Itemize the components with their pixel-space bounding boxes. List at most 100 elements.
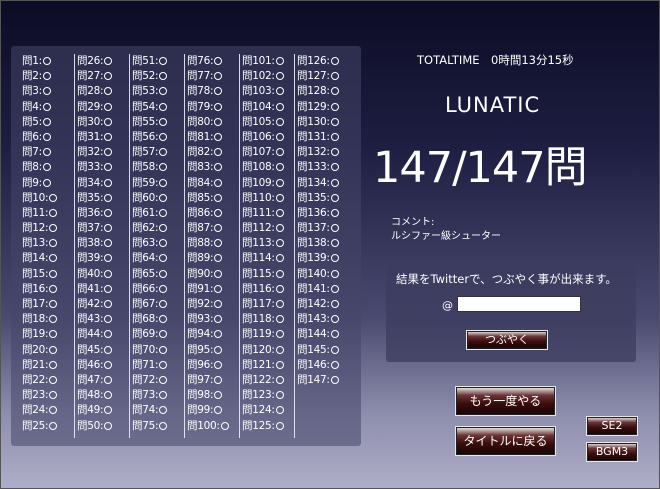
question-number: 問134: (297, 176, 330, 189)
correct-mark-icon (214, 300, 223, 308)
question-result: 問122: (242, 373, 294, 388)
question-result: 問5: (22, 115, 74, 130)
correct-mark-icon (159, 224, 168, 233)
tweet-button[interactable]: つぶやく (466, 330, 548, 350)
correct-mark-icon (104, 421, 113, 430)
question-result: 問49: (77, 403, 129, 418)
correct-mark-icon (49, 421, 58, 430)
question-number: 問127: (297, 70, 330, 83)
question-number: 問147: (297, 373, 330, 386)
question-number: 問117: (242, 298, 275, 310)
correct-mark-icon (275, 148, 284, 157)
question-number: 問91: (187, 282, 214, 295)
correct-mark-icon (214, 72, 223, 81)
correct-mark-icon (275, 102, 284, 111)
correct-mark-icon (159, 193, 168, 202)
question-number: 問75: (132, 419, 159, 432)
question-number: 問85: (187, 191, 214, 204)
correct-mark-icon (330, 208, 339, 217)
question-number: 問1: (22, 55, 42, 67)
question-number: 問4: (22, 100, 42, 113)
correct-mark-icon (214, 269, 223, 278)
question-number: 問145: (297, 343, 330, 356)
question-result: 問70: (132, 343, 184, 358)
tweet-panel: 結果をTwitterで、つぶやく事が出来ます。 @ つぶやく (386, 262, 636, 362)
question-number: 問146: (297, 358, 330, 371)
question-result: 問135: (297, 191, 349, 206)
correct-mark-icon (159, 208, 168, 217)
correct-mark-icon (49, 284, 58, 293)
correct-mark-icon (330, 315, 339, 324)
question-number: 問64: (132, 252, 159, 265)
question-result: 問43: (77, 312, 129, 327)
retry-button[interactable]: もう一度やる (455, 386, 556, 416)
question-number: 問8: (22, 161, 42, 174)
correct-mark-icon (214, 117, 223, 126)
question-number: 問102: (242, 70, 275, 83)
question-number: 問98: (187, 389, 214, 402)
correct-mark-icon (159, 178, 168, 187)
question-number: 問51: (132, 55, 159, 67)
correct-mark-icon (104, 102, 113, 111)
correct-mark-icon (330, 193, 339, 202)
correct-mark-icon (275, 254, 284, 263)
question-number: 問144: (297, 328, 330, 341)
bgm-toggle-button[interactable]: BGM3 (586, 442, 638, 462)
question-result: 問26: (77, 54, 129, 69)
question-number: 問69: (132, 328, 159, 341)
question-result: 問9: (22, 176, 74, 191)
question-result: 問88: (187, 236, 239, 251)
correct-mark-icon (275, 208, 284, 217)
question-result: 問57: (132, 145, 184, 160)
question-number: 問33: (77, 161, 104, 174)
question-result: 問119: (242, 327, 294, 342)
question-number: 問62: (132, 222, 159, 235)
correct-mark-icon (104, 269, 113, 278)
question-result: 問132: (297, 145, 349, 160)
correct-mark-icon (330, 87, 339, 96)
question-number: 問114: (242, 252, 275, 265)
correct-mark-icon (49, 224, 58, 233)
correct-mark-icon (330, 269, 339, 278)
correct-mark-icon (330, 148, 339, 157)
correct-mark-icon (104, 132, 113, 141)
question-number: 問140: (297, 267, 330, 280)
question-result: 問59: (132, 176, 184, 191)
question-number: 問63: (132, 237, 159, 250)
question-result: 問58: (132, 160, 184, 175)
correct-mark-icon (214, 163, 223, 172)
question-result: 問129: (297, 100, 349, 115)
question-number: 問40: (77, 267, 104, 280)
question-number: 問107: (242, 146, 275, 159)
question-number: 問35: (77, 191, 104, 204)
question-number: 問42: (77, 298, 104, 310)
return-to-title-button[interactable]: タイトルに戻る (455, 426, 556, 456)
question-number: 問104: (242, 100, 275, 113)
correct-mark-icon (330, 57, 339, 65)
correct-mark-icon (275, 57, 284, 65)
question-result: 問144: (297, 327, 349, 342)
question-number: 問90: (187, 267, 214, 280)
correct-mark-icon (330, 117, 339, 126)
question-result: 問16: (22, 282, 74, 297)
question-result: 問17: (22, 297, 74, 312)
question-result: 問8: (22, 160, 74, 175)
correct-mark-icon (104, 87, 113, 96)
correct-mark-icon (330, 72, 339, 81)
question-number: 問115: (242, 267, 275, 280)
question-number: 問73: (132, 389, 159, 402)
question-result: 問108: (242, 160, 294, 175)
se-toggle-button[interactable]: SE2 (586, 416, 638, 436)
question-number: 問3: (22, 85, 42, 98)
correct-mark-icon (159, 345, 168, 354)
tweet-input[interactable] (457, 296, 581, 312)
correct-mark-icon (330, 132, 339, 141)
question-result: 問53: (132, 84, 184, 99)
question-number: 問34: (77, 176, 104, 189)
question-result: 問4: (22, 100, 74, 115)
question-number: 問142: (297, 298, 330, 310)
correct-mark-icon (275, 224, 284, 233)
game-screen: 問1: 問2: 問3: 問4: 問5: 問6: 問7: 問8: 問9: 問10: 問11: 問12: 問… (0, 0, 660, 489)
question-result: 問50: (77, 419, 129, 434)
question-result: 問29: (77, 100, 129, 115)
